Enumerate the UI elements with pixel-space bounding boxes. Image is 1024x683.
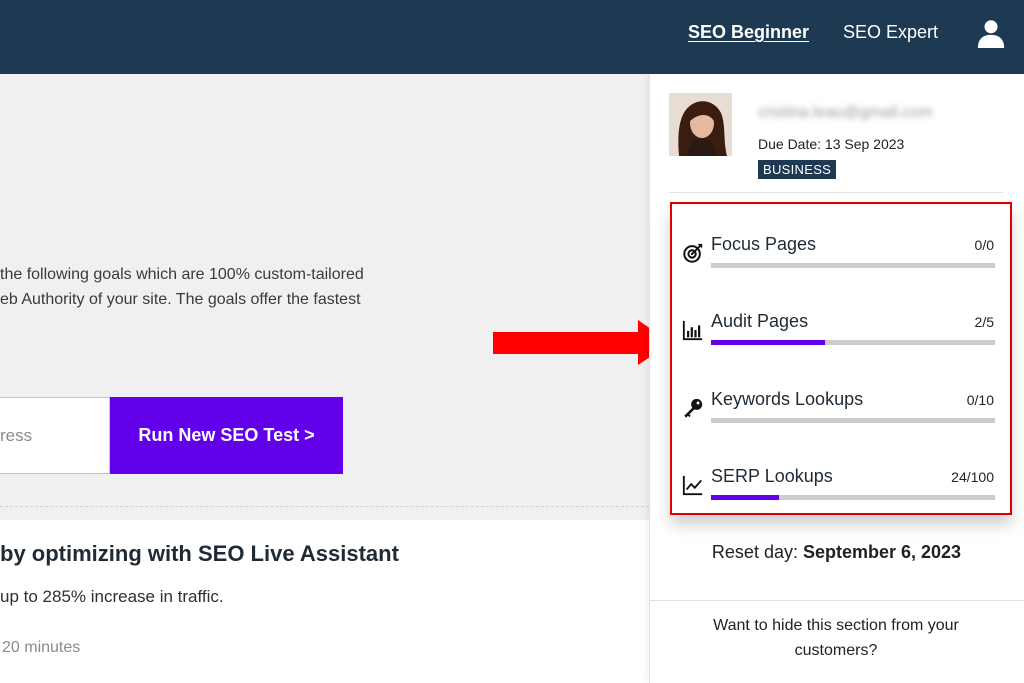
section-divider: [0, 506, 649, 507]
usage-label: Focus Pages: [711, 234, 817, 254]
usage-item-focus-pages: Focus Pages 0/0: [672, 231, 1010, 291]
usage-label: Audit Pages: [711, 311, 809, 331]
card-title[interactable]: by optimizing with SEO Live Assistant: [0, 541, 399, 567]
red-arrow-annotation: [493, 320, 671, 365]
nav-seo-beginner[interactable]: SEO Beginner: [688, 22, 809, 43]
avatar: [669, 93, 732, 156]
key-icon: [684, 398, 703, 418]
line-chart-icon: [682, 475, 703, 496]
panel-divider: [669, 192, 1004, 193]
bar-chart-icon: [682, 320, 703, 341]
usage-progress-track: [711, 263, 995, 268]
goals-description: the following goals which are 100% custo…: [0, 266, 364, 308]
usage-label: Keywords Lookups: [711, 389, 864, 409]
usage-count: 0/0: [974, 237, 994, 253]
usage-progress-fill: [711, 340, 825, 345]
card-duration: 20 minutes: [2, 639, 81, 656]
usage-item-serp-lookups: SERP Lookups 24/100: [672, 463, 1010, 523]
reset-label: Reset day:: [711, 542, 803, 562]
usage-count: 2/5: [974, 314, 994, 330]
usage-progress-track: [711, 418, 995, 423]
top-navbar: SEO Beginner SEO Expert: [0, 0, 1024, 74]
hide-section-link[interactable]: Want to hide this section from your cust…: [680, 613, 992, 663]
usage-item-audit-pages: Audit Pages 2/5: [672, 308, 1010, 368]
usage-count: 0/10: [966, 392, 994, 408]
due-date: Due Date: 13 Sep 2023: [758, 136, 905, 152]
usage-count: 24/100: [951, 469, 994, 485]
reset-day: Reset day: September 6, 2023: [649, 542, 1024, 563]
user-email: cristina.leau@gmail.com: [758, 104, 933, 121]
run-new-seo-test-button[interactable]: Run New SEO Test >: [110, 397, 343, 474]
reset-date: September 6, 2023: [802, 542, 962, 562]
user-icon[interactable]: [976, 18, 1006, 48]
target-icon: [683, 243, 703, 263]
plan-badge: BUSINESS: [758, 160, 837, 179]
card-subtitle: up to 285% increase in traffic.: [0, 587, 224, 606]
usage-limits-box: Focus Pages 0/0 Audit Pages 2/5 Keywords…: [670, 202, 1012, 515]
nav-seo-expert[interactable]: SEO Expert: [843, 22, 938, 43]
usage-item-keywords-lookups: Keywords Lookups 0/10: [672, 386, 1010, 446]
panel-divider: [649, 600, 1024, 601]
website-url-input[interactable]: [0, 397, 110, 474]
usage-progress-track: [711, 340, 995, 345]
usage-label: SERP Lookups: [711, 466, 833, 486]
usage-progress-fill: [711, 495, 780, 500]
usage-progress-track: [711, 495, 995, 500]
